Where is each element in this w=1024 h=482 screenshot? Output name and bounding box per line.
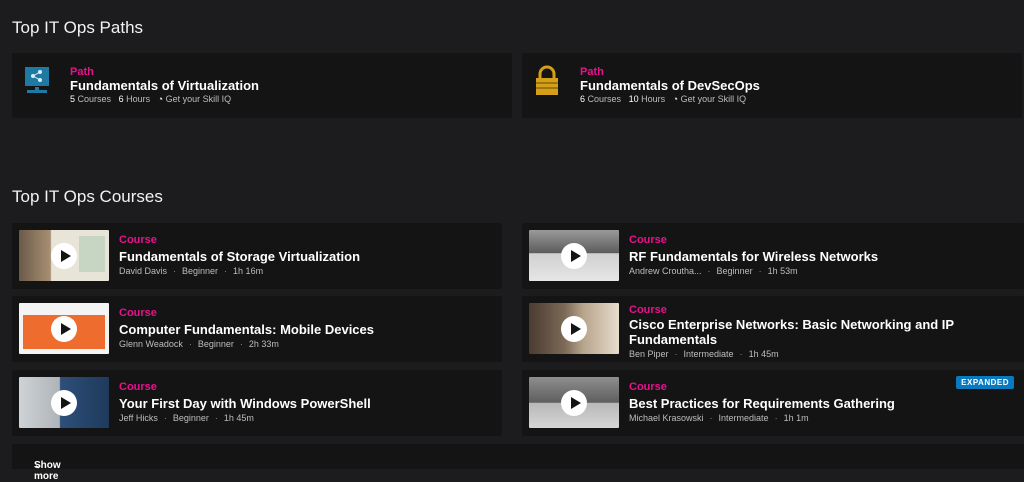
course-kind-label: Course: [629, 304, 667, 316]
course-thumbnail[interactable]: [19, 303, 109, 354]
path-meta: 5 Courses 6 Hours ◔ Get your Skill IQ: [70, 94, 232, 104]
course-title[interactable]: Your First Day with Windows PowerShell: [119, 396, 371, 411]
path-card[interactable]: Path Fundamentals of Virtualization 5 Co…: [12, 53, 512, 118]
course-author[interactable]: Glenn Weadock: [119, 339, 183, 349]
play-icon[interactable]: [561, 389, 587, 416]
course-kind-label: Course: [629, 234, 667, 246]
play-icon[interactable]: [51, 242, 77, 269]
chevron-down-icon: ⌄: [34, 460, 43, 471]
skill-iq-link[interactable]: Get your Skill IQ: [681, 94, 747, 104]
paths-section-title: Top IT Ops Paths: [12, 18, 144, 37]
course-title[interactable]: Cisco Enterprise Networks: Basic Network…: [629, 317, 989, 347]
course-meta: David Davis · Beginner · 1h 16m: [119, 266, 264, 276]
course-meta: Andrew Croutha... · Beginner · 1h 53m: [629, 266, 798, 276]
course-author[interactable]: David Davis: [119, 266, 167, 276]
course-card[interactable]: Course RF Fundamentals for Wireless Netw…: [522, 223, 1024, 289]
course-title[interactable]: Computer Fundamentals: Mobile Devices: [119, 322, 374, 337]
path-title[interactable]: Fundamentals of Virtualization: [70, 78, 259, 93]
show-more-button[interactable]: Show more ⌄: [12, 444, 1024, 482]
course-thumbnail[interactable]: [19, 377, 109, 428]
course-thumbnail[interactable]: [529, 377, 619, 428]
skill-iq-icon: ◔: [157, 94, 164, 104]
course-meta: Michael Krasowski · Intermediate · 1h 1m: [629, 413, 809, 423]
course-card[interactable]: Course Fundamentals of Storage Virtualiz…: [12, 223, 502, 289]
server-network-icon: [24, 66, 50, 96]
course-kind-label: Course: [629, 381, 667, 393]
skill-iq-link[interactable]: Get your Skill IQ: [166, 94, 232, 104]
course-thumbnail[interactable]: [529, 303, 619, 354]
course-author[interactable]: Jeff Hicks: [119, 413, 158, 423]
play-icon[interactable]: [51, 389, 77, 416]
course-thumbnail[interactable]: [19, 230, 109, 281]
course-card[interactable]: Course Best Practices for Requirements G…: [522, 370, 1024, 436]
courses-section-title: Top IT Ops Courses: [12, 187, 163, 206]
course-kind-label: Course: [119, 234, 157, 246]
course-kind-label: Course: [119, 307, 157, 319]
play-icon[interactable]: [561, 315, 587, 342]
skill-iq-icon: ◔: [672, 94, 679, 104]
course-meta: Glenn Weadock · Beginner · 2h 33m: [119, 339, 279, 349]
play-icon[interactable]: [561, 242, 587, 269]
play-icon[interactable]: [51, 315, 77, 342]
path-title[interactable]: Fundamentals of DevSecOps: [580, 78, 760, 93]
course-author[interactable]: Ben Piper: [629, 349, 669, 359]
path-card[interactable]: Path Fundamentals of DevSecOps 6 Courses…: [522, 53, 1022, 118]
course-thumbnail[interactable]: [529, 230, 619, 281]
course-author[interactable]: Michael Krasowski: [629, 413, 704, 423]
path-kind-label: Path: [580, 66, 604, 78]
course-card[interactable]: Course Cisco Enterprise Networks: Basic …: [522, 296, 1024, 362]
course-card[interactable]: Course Computer Fundamentals: Mobile Dev…: [12, 296, 502, 362]
course-title[interactable]: Fundamentals of Storage Virtualization: [119, 249, 360, 264]
course-title[interactable]: RF Fundamentals for Wireless Networks: [629, 249, 878, 264]
padlock-icon: [534, 65, 560, 97]
course-kind-label: Course: [119, 381, 157, 393]
course-author[interactable]: Andrew Croutha...: [629, 266, 702, 276]
path-meta: 6 Courses 10 Hours ◔ Get your Skill IQ: [580, 94, 747, 104]
course-meta: Jeff Hicks · Beginner · 1h 45m: [119, 413, 254, 423]
expanded-badge: EXPANDED: [956, 376, 1014, 389]
course-meta: Ben Piper · Intermediate · 1h 45m: [629, 349, 779, 359]
course-card[interactable]: Course Your First Day with Windows Power…: [12, 370, 502, 436]
path-kind-label: Path: [70, 66, 94, 78]
course-title[interactable]: Best Practices for Requirements Gatherin…: [629, 396, 895, 411]
